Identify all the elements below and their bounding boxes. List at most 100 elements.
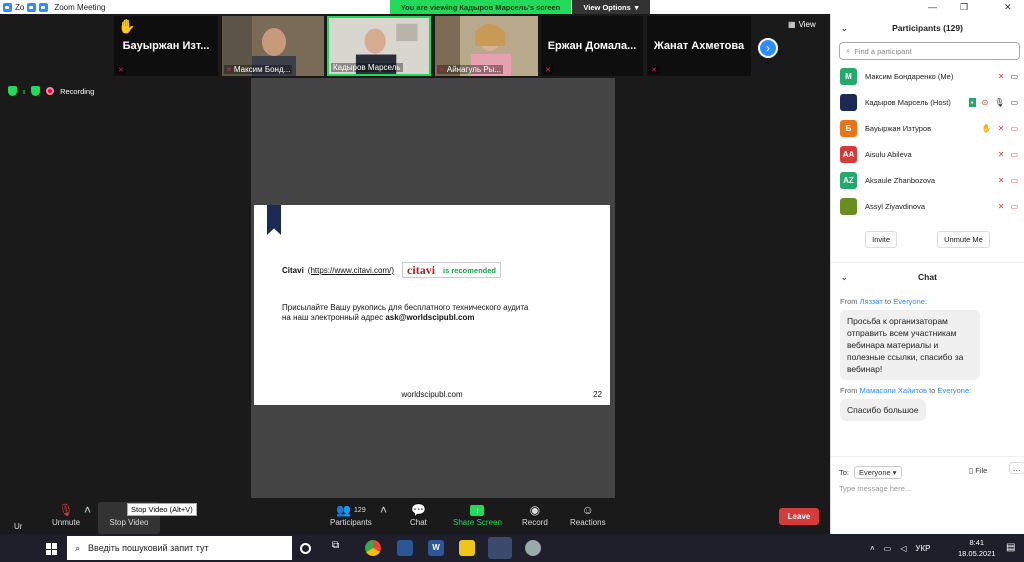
participant-list: M Максим Бондаренко (Me) ✕ ▭ Кадыров Марс… xyxy=(831,63,1024,225)
participants-options-chevron[interactable]: ˄ xyxy=(380,502,387,518)
tile-caption: ✕ Максим Бонд... xyxy=(224,65,293,74)
next-page-button[interactable]: › xyxy=(758,38,778,58)
chevron-up-icon[interactable]: ˄ xyxy=(870,544,875,553)
chat-button[interactable]: 💬 Chat xyxy=(410,502,427,527)
chevron-down-icon: ▾ xyxy=(892,468,897,477)
zoom-icon[interactable] xyxy=(39,2,49,12)
zoom-icon[interactable] xyxy=(3,2,12,12)
task-view-icon[interactable]: ⧉ xyxy=(332,540,348,556)
taskbar-clock[interactable]: 8:41 18.05.2021 xyxy=(958,537,996,559)
video-tile[interactable]: ✋ Бауыржан Изт... ✕ xyxy=(114,16,218,76)
audio-options-chevron[interactable]: ˄ xyxy=(84,502,91,518)
participant-row[interactable]: AA Aisulu Abileva ✕ ▭ xyxy=(831,141,1024,167)
leave-button[interactable]: Leave xyxy=(779,508,819,525)
viewing-banner: You are viewing Кадыров Марсель's screen xyxy=(390,0,571,14)
mic-muted-icon: ✕ xyxy=(118,67,124,74)
participant-search-input[interactable]: ⌕ Find a participant xyxy=(839,42,1020,60)
participant-name: Кадыров Марсель (Host) xyxy=(865,97,951,107)
encryption-shield-icon[interactable] xyxy=(31,86,41,96)
recipient-dropdown[interactable]: Everyone ▾ xyxy=(854,466,902,479)
participant-row[interactable]: Assyl Ziyavdinova ✕ ▭ xyxy=(831,193,1024,219)
chat-sender[interactable]: Ляззат xyxy=(860,297,883,306)
slide-footer: worldscipubl.com xyxy=(401,390,463,399)
tile-caption: ✕ xyxy=(116,66,126,74)
people-icon: 👥 xyxy=(336,503,352,517)
minimize-icon[interactable]: — xyxy=(928,0,937,14)
slide-number: 22 xyxy=(593,390,602,399)
unmute-me-button[interactable]: Unmute Me xyxy=(937,231,990,248)
row-icons: ✕ ▭ xyxy=(998,150,1018,159)
participant-name: Бауыржан Изтуров xyxy=(865,123,932,133)
media-player-icon[interactable] xyxy=(459,540,475,556)
network-icon[interactable]: ▭ xyxy=(884,544,892,553)
participant-row[interactable]: Б Бауыржан Изтуров ✋ ✕ ▭ xyxy=(831,115,1024,141)
file-button[interactable]: ▯ File xyxy=(969,466,987,475)
unmute-button[interactable]: 🎙 Unmute xyxy=(52,502,80,527)
clock-time: 8:41 xyxy=(969,538,985,547)
signal-icon[interactable]: ı xyxy=(23,87,25,96)
participant-row[interactable]: M Максим Бондаренко (Me) ✕ ▭ xyxy=(831,63,1024,89)
share-icon-wrap: ↑ xyxy=(470,502,485,518)
share-arrow-icon: ↑ xyxy=(470,504,485,516)
record-button[interactable]: ◉ Record xyxy=(522,502,548,527)
word-icon[interactable]: W xyxy=(428,540,444,556)
view-options-button[interactable]: View Options ▾ xyxy=(572,0,650,14)
tab-abbrev[interactable]: Zo xyxy=(15,3,24,12)
video-tile[interactable]: Ержан Домала... ✕ xyxy=(541,16,643,76)
view-label: View xyxy=(798,20,816,29)
row-icons: ✋ ✕ ▭ xyxy=(982,124,1018,133)
manuscript-line-b: на наш электронный адрес ask@worldscipub… xyxy=(282,313,528,323)
record-icon: ◉ xyxy=(529,503,541,517)
share-screen-button[interactable]: ↑ Share Screen xyxy=(453,502,502,527)
tile-caption: ✕ xyxy=(649,66,659,74)
presentation-slide: Citavi (https://www.citavi.com/) citavi … xyxy=(254,205,610,405)
avatar: M xyxy=(840,67,857,85)
mic-muted-icon: 🎙 xyxy=(58,503,74,517)
stop-video-label: Stop Video xyxy=(109,518,149,527)
chat-message-meta: From Ляззат to Everyone: xyxy=(831,297,1024,306)
restore-icon[interactable]: ❐ xyxy=(960,0,968,14)
volume-icon[interactable]: ◁ xyxy=(900,544,906,553)
participants-button[interactable]: 👥 129 Participants xyxy=(330,502,372,527)
video-tile[interactable]: ✕ Айнагуль Ры... xyxy=(435,16,538,76)
participant-row[interactable]: Кадыров Марсель (Host) ▪ ⊙ 🎙 ▭ xyxy=(831,89,1024,115)
video-tile[interactable]: ✕ Максим Бонд... xyxy=(222,16,324,76)
invite-button[interactable]: Invite xyxy=(865,231,898,248)
notifications-icon[interactable]: ▤ xyxy=(1006,542,1015,553)
chat-label: Chat xyxy=(410,518,427,527)
view-button[interactable]: ▦ View xyxy=(788,20,816,29)
search-placeholder: Find a participant xyxy=(854,46,912,56)
participant-row[interactable]: AZ Aksaule Zhanbozova ✕ ▭ xyxy=(831,167,1024,193)
chat-message-input[interactable]: Type message here... xyxy=(839,484,911,493)
participants-title: Participants (129) xyxy=(892,23,963,33)
language-indicator[interactable]: УКР xyxy=(915,544,930,553)
recipient-value: Everyone xyxy=(859,468,891,477)
stop-video-tooltip: Stop Video (Alt+V) xyxy=(127,503,197,516)
chevron-down-icon[interactable]: ⌄ xyxy=(841,273,848,282)
windows-start-icon[interactable] xyxy=(46,543,58,555)
taskbar-search-input[interactable]: ⌕ Введіть пошуковий запит тут xyxy=(67,536,292,560)
manuscript-line-b-text: на наш электронный адрес xyxy=(282,313,384,322)
paint-icon[interactable] xyxy=(525,540,541,556)
more-options-button[interactable]: ... xyxy=(1009,462,1024,474)
chevron-down-icon[interactable]: ⌄ xyxy=(841,24,848,33)
camera-off-icon: ▭ xyxy=(1010,201,1018,211)
zoom-taskbar-icon[interactable] xyxy=(488,537,512,559)
cortana-icon[interactable] xyxy=(300,543,311,554)
zoom-icon[interactable] xyxy=(27,2,37,12)
view-options-label: View Options xyxy=(583,2,631,12)
save-icon[interactable] xyxy=(397,540,413,556)
close-icon[interactable]: ✕ xyxy=(1004,0,1012,14)
chat-sender[interactable]: Мамасоли Хайитов xyxy=(860,386,927,395)
clock-date: 18.05.2021 xyxy=(958,549,996,558)
recording-label: Recording xyxy=(60,86,95,96)
grid-icon: ▦ xyxy=(788,20,796,29)
chat-title: Chat xyxy=(918,272,937,282)
chrome-icon[interactable] xyxy=(365,540,381,556)
security-shield-icon[interactable] xyxy=(8,86,17,96)
tile-caption: ✕ Айнагуль Ры... xyxy=(437,65,504,74)
video-tile[interactable]: Жанат Ахметова ✕ xyxy=(647,16,751,76)
participant-name: Assyl Ziyavdinova xyxy=(865,201,926,211)
reactions-button[interactable]: ☺ Reactions xyxy=(570,502,606,527)
video-tile-active-speaker[interactable]: Кадыров Марсель xyxy=(327,16,431,76)
